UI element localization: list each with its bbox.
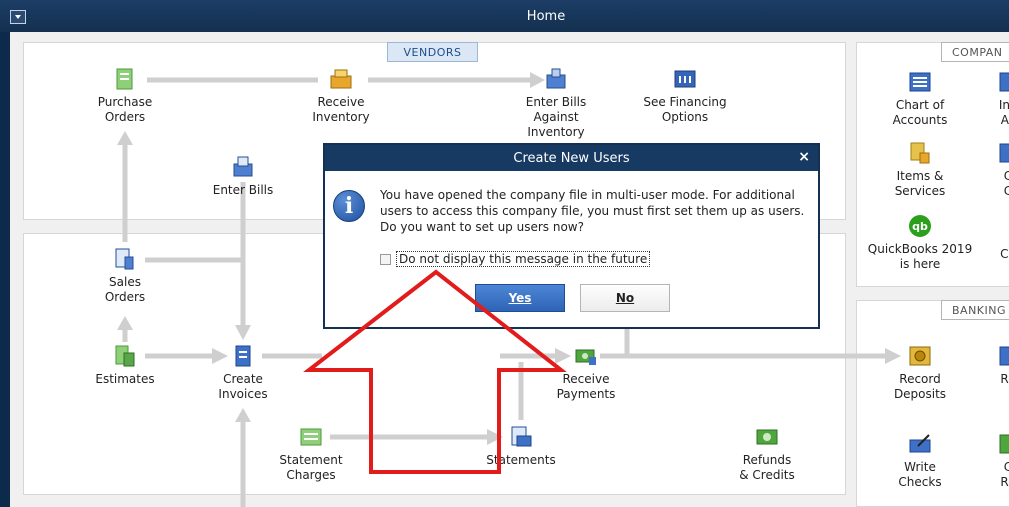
annotation-arrow-shape <box>303 269 567 474</box>
red-annotation-arrow <box>303 269 567 474</box>
